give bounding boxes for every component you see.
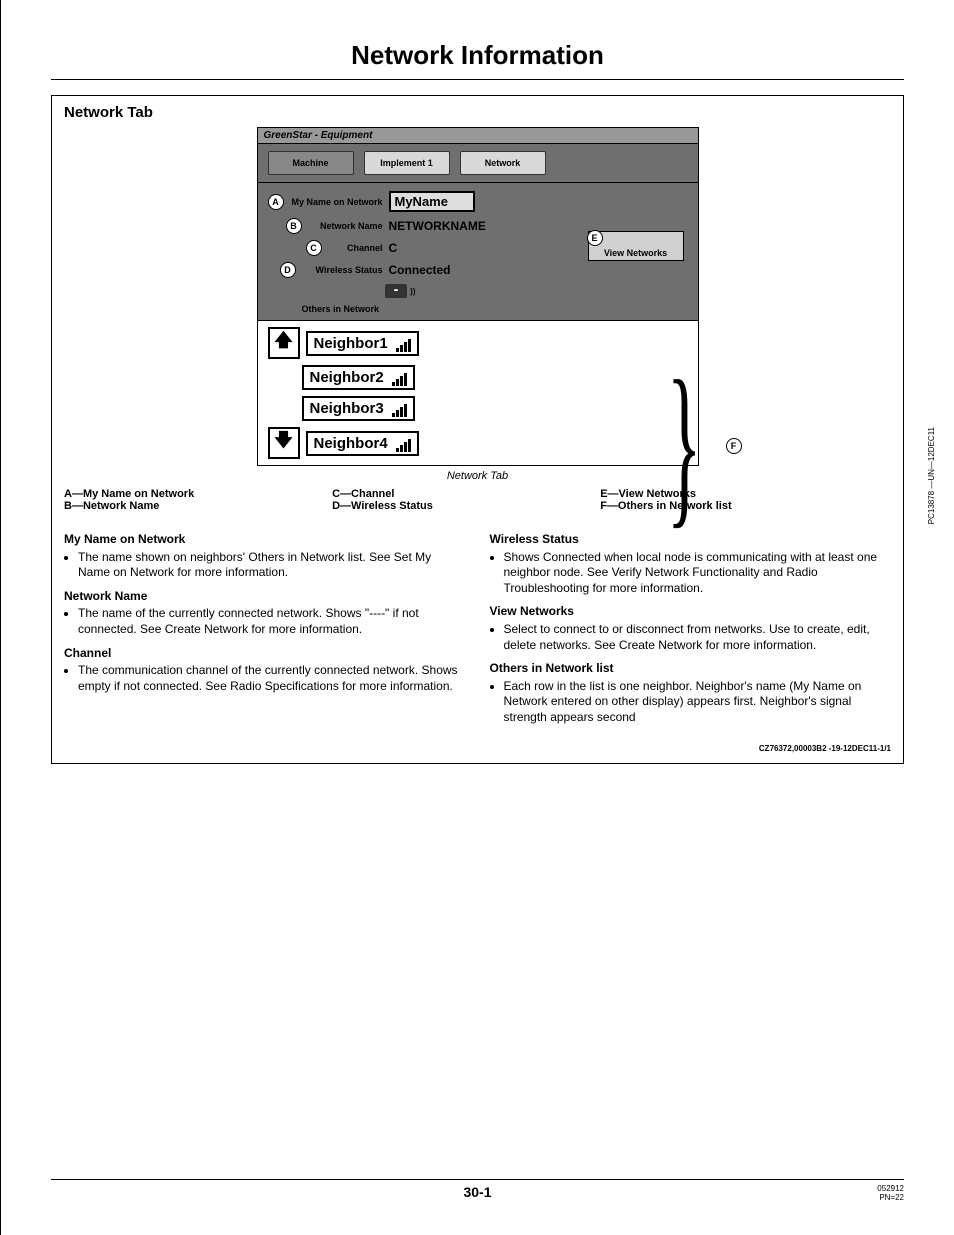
device-header: GreenStar - Equipment <box>258 128 698 144</box>
signal-icon <box>396 439 411 452</box>
body-text: The name shown on neighbors' Others in N… <box>78 550 466 581</box>
signal-icon <box>392 373 407 386</box>
list-row: Neighbor2 <box>268 365 688 390</box>
row-myname: A My Name on Network MyName <box>268 191 688 212</box>
value-channel: C <box>389 241 398 255</box>
body-text: Select to connect to or disconnect from … <box>504 622 892 653</box>
neighbor-item[interactable]: Neighbor4 <box>306 431 419 456</box>
list-row: 🡇 Neighbor4 <box>268 427 688 459</box>
footer-right: 052912 PN=22 <box>877 1184 904 1203</box>
field-area: A My Name on Network MyName B Network Na… <box>258 183 698 321</box>
neighbor-item[interactable]: Neighbor2 <box>302 365 415 390</box>
neighbor-name: Neighbor2 <box>310 369 384 386</box>
section-box: Network Tab PC13878 —UN—12DEC11 GreenSta… <box>51 95 904 764</box>
callout-c: C <box>306 240 322 256</box>
view-networks-label: View Networks <box>604 248 667 258</box>
label-myname: My Name on Network <box>288 197 383 207</box>
value-netname: NETWORKNAME <box>389 219 486 233</box>
page-footer: 30-1 052912 PN=22 <box>51 1179 904 1203</box>
legend-item: D—Wireless Status <box>332 500 580 512</box>
legend-item: E—View Networks <box>600 488 848 500</box>
page-number: 30-1 <box>463 1184 491 1200</box>
image-code: PC13878 —UN—12DEC11 <box>927 427 936 524</box>
row-wifi-icon <box>383 284 688 298</box>
callout-d: D <box>280 262 296 278</box>
sub-heading: View Networks <box>490 604 892 620</box>
scroll-up-button[interactable]: 🡅 <box>268 327 300 359</box>
list-row: Neighbor3 <box>268 396 688 421</box>
right-column: Wireless Status Shows Connected when loc… <box>490 524 892 734</box>
legend: A—My Name on Network B—Network Name C—Ch… <box>64 488 891 512</box>
title-underline <box>51 79 904 80</box>
tab-implement[interactable]: Implement 1 <box>364 151 450 175</box>
section-heading: Network Tab <box>64 104 891 121</box>
sub-heading: Channel <box>64 646 466 662</box>
sub-heading: My Name on Network <box>64 532 466 548</box>
callout-a: A <box>268 194 284 210</box>
legend-item: C—Channel <box>332 488 580 500</box>
value-wstatus: Connected <box>389 263 451 277</box>
body-text: The name of the currently connected netw… <box>78 606 466 637</box>
doc-id: CZ76372,00003B2 -19-12DEC11-1/1 <box>64 744 891 753</box>
tab-network[interactable]: Network <box>460 151 546 175</box>
scroll-down-button[interactable]: 🡇 <box>268 427 300 459</box>
sub-heading: Network Name <box>64 589 466 605</box>
neighbors-list: 🡅 Neighbor1 Neighbor2 <box>258 321 698 465</box>
figure-caption: Network Tab <box>64 470 891 482</box>
left-column: My Name on Network The name shown on nei… <box>64 524 466 734</box>
brace-icon: } <box>667 354 702 534</box>
neighbor-name: Neighbor1 <box>314 335 388 352</box>
legend-item: F—Others in Network list <box>600 500 848 512</box>
legend-item: A—My Name on Network <box>64 488 312 500</box>
signal-icon <box>396 339 411 352</box>
label-channel: Channel <box>326 243 383 253</box>
signal-icon <box>392 404 407 417</box>
row-wstatus: D Wireless Status Connected <box>280 262 688 278</box>
body-columns: My Name on Network The name shown on nei… <box>64 524 891 734</box>
label-others: Others in Network <box>302 304 688 314</box>
sub-heading: Others in Network list <box>490 661 892 677</box>
neighbor-name: Neighbor3 <box>310 400 384 417</box>
label-netname: Network Name <box>306 221 383 231</box>
tab-machine[interactable]: Machine <box>268 151 354 175</box>
screenshot-wrap: PC13878 —UN—12DEC11 GreenStar - Equipmen… <box>64 127 891 482</box>
view-networks-button[interactable]: E View Networks <box>588 231 684 261</box>
legend-item: B—Network Name <box>64 500 312 512</box>
tab-bar: Machine Implement 1 Network <box>258 144 698 183</box>
document-page: Network Information Network Tab PC13878 … <box>0 0 954 1235</box>
callout-f: F <box>726 438 742 454</box>
body-text: Shows Connected when local node is commu… <box>504 550 892 597</box>
page-title: Network Information <box>51 40 904 71</box>
body-text: The communication channel of the current… <box>78 663 466 694</box>
callout-b: B <box>286 218 302 234</box>
list-row: 🡅 Neighbor1 <box>268 327 688 359</box>
wifi-icon <box>385 284 407 298</box>
neighbor-item[interactable]: Neighbor1 <box>306 331 419 356</box>
device-screenshot: GreenStar - Equipment Machine Implement … <box>257 127 699 466</box>
body-text: Each row in the list is one neighbor. Ne… <box>504 679 892 726</box>
neighbor-name: Neighbor4 <box>314 435 388 452</box>
neighbor-item[interactable]: Neighbor3 <box>302 396 415 421</box>
callout-e: E <box>587 230 603 246</box>
input-myname[interactable]: MyName <box>389 191 475 212</box>
label-wstatus: Wireless Status <box>300 265 383 275</box>
